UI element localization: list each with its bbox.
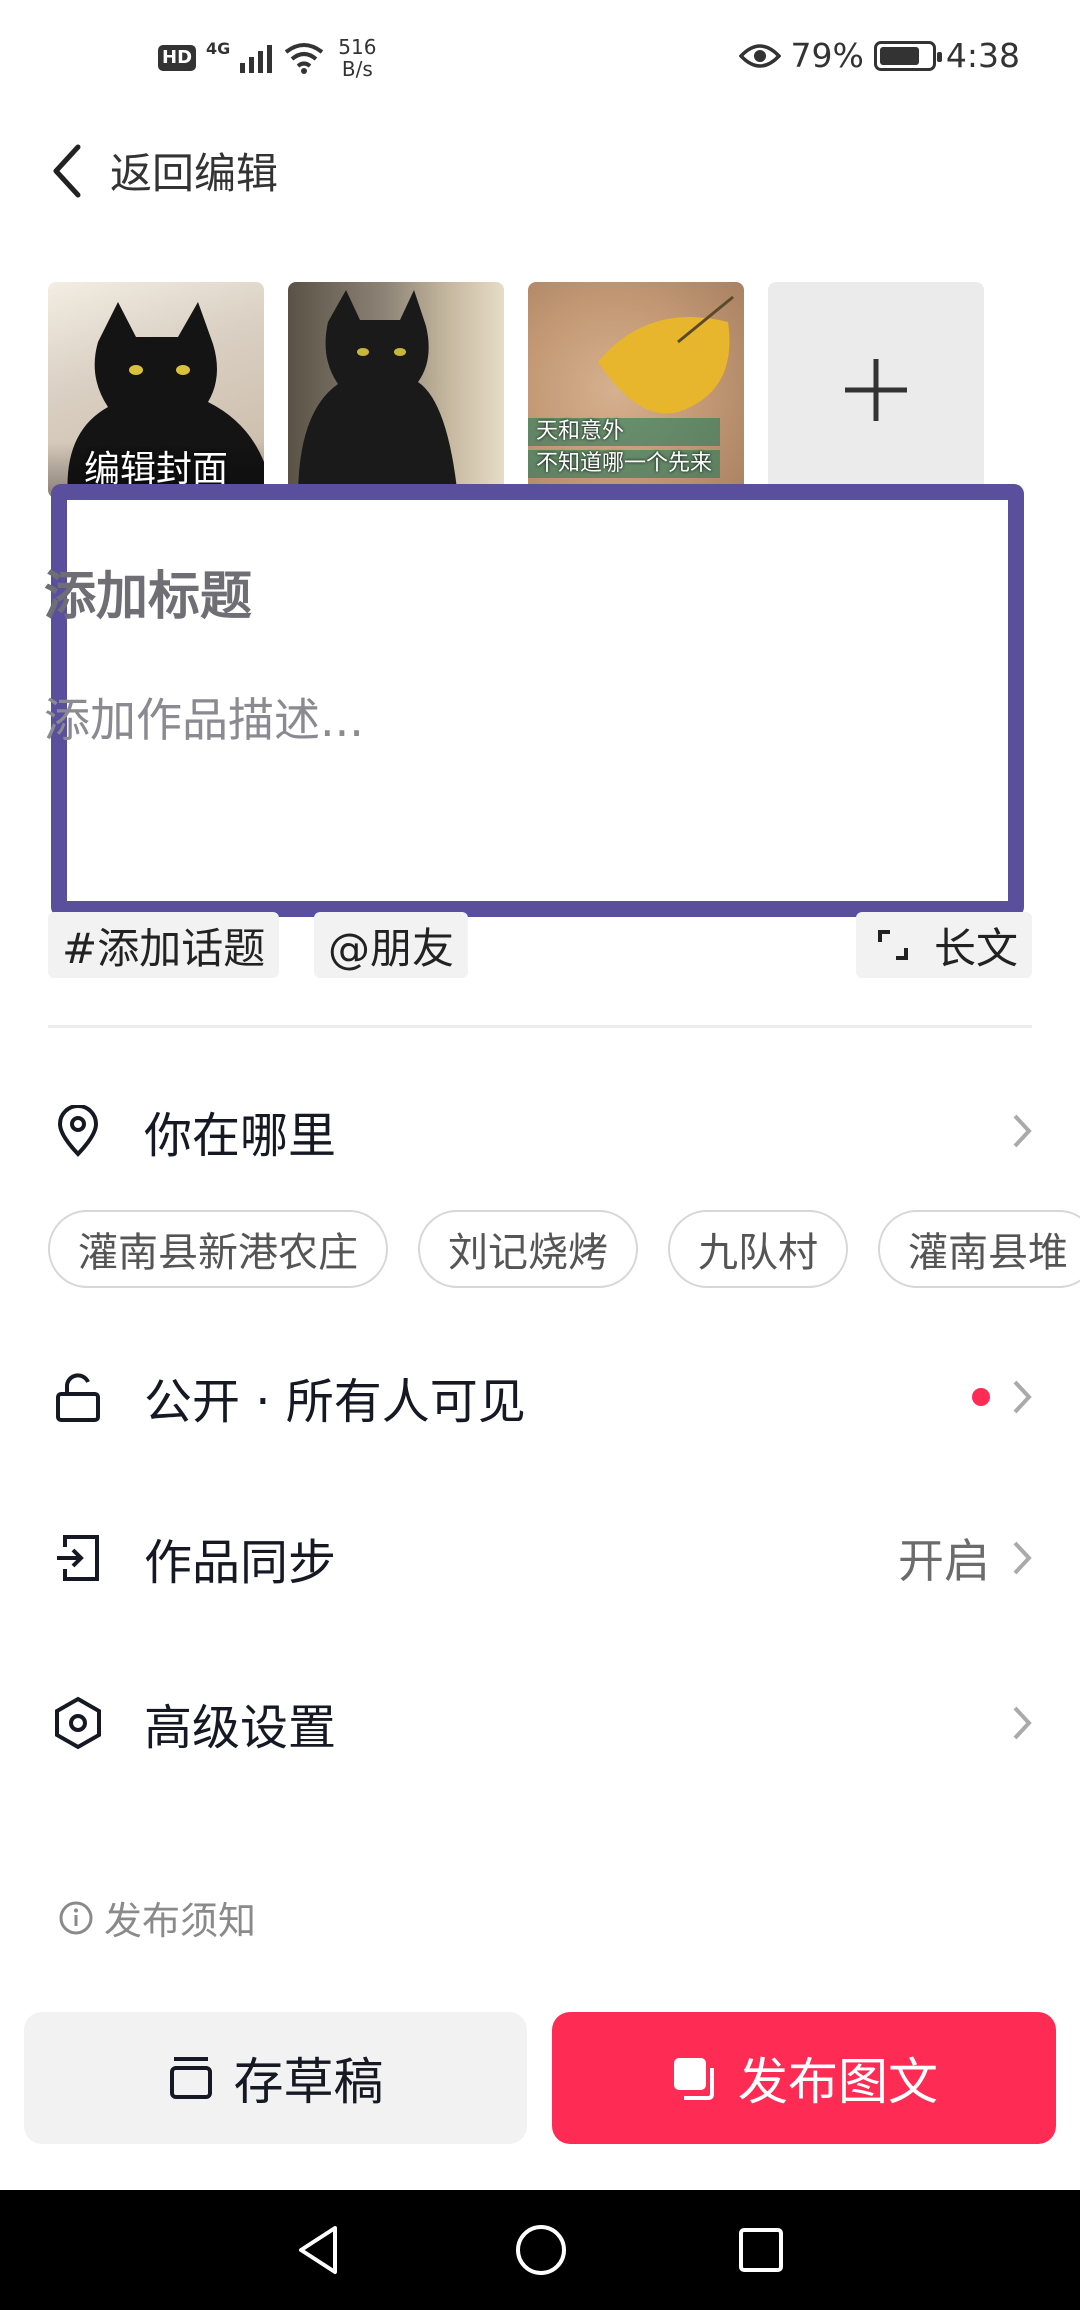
chevron-right-icon [1013, 1114, 1032, 1148]
leaf-caption-line1: 天和意外 [528, 418, 721, 446]
add-topic-chip[interactable]: #添加话题 [48, 912, 280, 978]
advanced-settings-label: 高级设置 [144, 1700, 337, 1756]
publish-images-icon [674, 2058, 714, 2100]
system-nav-bar [0, 2190, 1080, 2310]
network-speed: 516 B/s [338, 36, 376, 80]
photo-thumbnail-3[interactable]: 天和意外 不知道哪一个先来 [528, 282, 744, 498]
long-text-label: 长文 [933, 923, 1018, 973]
location-chip[interactable]: 九队村 [668, 1210, 848, 1288]
long-text-chip[interactable]: 长文 [855, 912, 1032, 978]
status-bar: HD 4G 516 B/s 79% 4:38 [0, 0, 1080, 120]
expand-icon [877, 930, 908, 960]
back-label: 返回编辑 [110, 149, 279, 198]
mention-friend-chip[interactable]: @朋友 [314, 912, 469, 978]
notification-dot [972, 1388, 990, 1406]
publish-button[interactable]: 发布图文 [552, 2012, 1056, 2144]
save-draft-button[interactable]: 存草稿 [24, 2012, 527, 2144]
settings-hexagon-icon [55, 1696, 101, 1750]
location-pin-icon [57, 1105, 99, 1157]
location-row[interactable]: 你在哪里 [48, 1076, 1032, 1186]
back-arrow-icon[interactable] [50, 143, 84, 199]
wifi-icon [285, 43, 324, 74]
sync-label: 作品同步 [144, 1535, 337, 1591]
speed-unit: B/s [341, 57, 373, 81]
location-chip[interactable]: 刘记烧烤 [418, 1210, 638, 1288]
chevron-right-icon [1013, 1380, 1032, 1414]
network-type: 4G [206, 38, 231, 58]
leaf-caption: 天和意外 不知道哪一个先来 [528, 414, 721, 478]
cover-thumbnail[interactable]: 编辑封面 [48, 282, 264, 498]
sync-row[interactable]: 作品同步 开启 [48, 1503, 1032, 1613]
location-label: 你在哪里 [144, 1108, 337, 1164]
divider [48, 1025, 1032, 1028]
photo-thumbnail-2[interactable] [288, 282, 504, 498]
location-chip[interactable]: 灌南县堆 [878, 1210, 1080, 1288]
sync-value: 开启 [898, 1534, 990, 1588]
media-strip: 编辑封面 天和意外 不知道哪一个先来 [48, 282, 984, 498]
black-cat-image [298, 290, 458, 498]
description-input[interactable]: 添加作品描述... [44, 684, 364, 750]
battery-icon [873, 40, 942, 71]
plus-icon [845, 359, 907, 421]
nav-recents-icon[interactable] [737, 2226, 785, 2274]
eye-icon [738, 43, 781, 68]
privacy-row[interactable]: 公开 · 所有人可见 [48, 1342, 1032, 1452]
leaf-caption-line2: 不知道哪一个先来 [528, 450, 721, 478]
back-to-edit[interactable]: 返回编辑 [50, 140, 278, 201]
title-input[interactable]: 添加标题 [44, 554, 252, 629]
add-topic-label: #添加话题 [62, 923, 266, 973]
nav-back-icon[interactable] [295, 2223, 345, 2277]
clock: 4:38 [945, 36, 1020, 75]
chevron-right-icon [1013, 1706, 1032, 1740]
hd-badge: HD [158, 45, 197, 71]
advanced-settings-row[interactable]: 高级设置 [48, 1668, 1032, 1778]
unlock-icon [56, 1373, 100, 1422]
status-right: 79% 4:38 [738, 36, 1020, 75]
status-left: HD 4G 516 B/s [158, 36, 376, 80]
location-suggestions: 灌南县新港农庄 刘记烧烤 九队村 灌南县堆 [48, 1210, 1080, 1288]
chevron-right-icon [1013, 1541, 1032, 1575]
publish-label: 发布图文 [738, 2053, 938, 2111]
signal-icon [240, 45, 273, 73]
info-icon [59, 1901, 93, 1934]
publish-screen: HD 4G 516 B/s 79% 4:38 返回编辑 编辑封面 天和意外 不知… [0, 0, 1080, 2310]
save-draft-label: 存草稿 [233, 2053, 384, 2111]
draft-box-icon [169, 2057, 212, 2099]
nav-home-icon[interactable] [514, 2223, 568, 2277]
privacy-label: 公开 · 所有人可见 [144, 1374, 526, 1430]
location-chip[interactable]: 灌南县新港农庄 [48, 1210, 388, 1288]
sync-icon [57, 1535, 99, 1581]
publish-notice-label: 发布须知 [104, 1899, 257, 1943]
mention-friend-label: @朋友 [328, 923, 455, 973]
publish-notice-link[interactable]: 发布须知 [58, 1890, 256, 1945]
speed-value: 516 [338, 35, 377, 59]
battery-percent: 79% [790, 36, 864, 75]
battery-fill [879, 46, 920, 65]
add-media-button[interactable] [768, 282, 984, 498]
